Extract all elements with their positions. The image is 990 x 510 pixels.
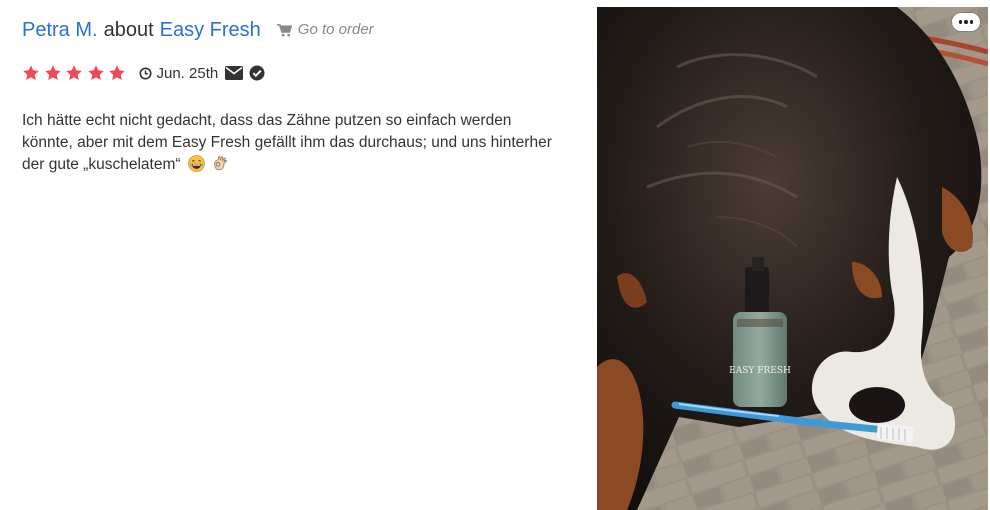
star-rating (22, 64, 130, 82)
review-date: Jun. 25th (138, 64, 219, 82)
laughing-emoji (187, 155, 205, 172)
star-icon (44, 65, 61, 81)
go-to-order-link[interactable]: Go to order (276, 16, 374, 44)
star-icon (109, 65, 125, 81)
review-text: Ich hätte echt nicht gedacht, dass das Z… (22, 110, 562, 176)
clock-icon (138, 66, 152, 80)
more-options-icon[interactable] (952, 13, 980, 31)
product-link[interactable]: Easy Fresh (160, 16, 261, 44)
review-photo[interactable]: EASY FRESH (597, 7, 988, 510)
author-name[interactable]: Petra M. (22, 16, 98, 44)
go-to-order-label: Go to order (297, 21, 374, 38)
review-card: Petra M. about Easy Fresh Go to order Ju… (22, 16, 582, 176)
verified-check-icon (249, 65, 265, 81)
ok-hand-emoji (214, 155, 228, 171)
star-icon (66, 65, 82, 81)
envelope-icon (225, 66, 244, 80)
star-icon (87, 65, 104, 81)
review-meta: Jun. 25th (22, 62, 582, 84)
date-label: Jun. 25th (156, 64, 219, 82)
cart-icon (276, 23, 292, 37)
about-label: about (103, 19, 154, 41)
star-icon (23, 65, 39, 81)
review-body: Ich hätte echt nicht gedacht, dass das Z… (22, 112, 552, 173)
dog-photo-image: EASY FRESH (597, 7, 988, 510)
review-header: Petra M. about Easy Fresh Go to order (22, 16, 582, 44)
bottle-label: EASY FRESH (729, 366, 791, 376)
